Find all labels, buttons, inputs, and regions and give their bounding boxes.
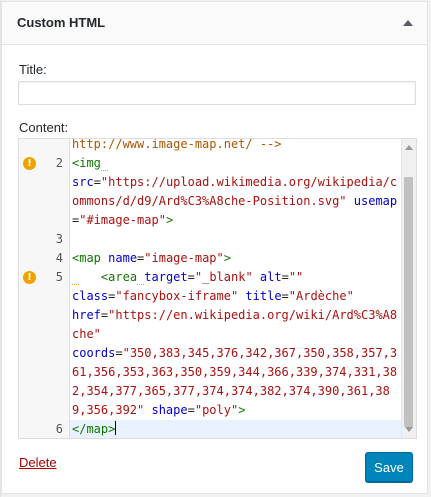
code-line[interactable]: <img src="https://upload.wikimedia.org/w… — [70, 154, 402, 230]
editor-scrollbar[interactable] — [401, 139, 416, 438]
editor-gutter: 2! 3 4 5! 6 — [19, 139, 70, 438]
warning-icon[interactable]: ! — [23, 157, 36, 170]
code-line[interactable]: <area target="_blank" alt="" class="fanc… — [70, 268, 402, 420]
collapse-toggle-button[interactable] — [397, 12, 419, 34]
title-label: Title: — [19, 62, 47, 77]
scroll-down-icon[interactable] — [405, 427, 413, 432]
title-input[interactable] — [18, 81, 416, 105]
content-label: Content: — [19, 120, 69, 135]
line-number: 3 — [55, 232, 63, 246]
code-line[interactable]: ​ — [70, 230, 402, 249]
widget-header[interactable]: Custom HTML — [2, 2, 427, 45]
gutter-cell: 2! — [19, 154, 69, 173]
delete-link[interactable]: Delete — [19, 455, 57, 470]
custom-html-widget: Custom HTML Title: Content: 2! 3 4 5! 6 http… — [1, 1, 428, 494]
gutter-cell: 5! — [19, 268, 69, 287]
save-button[interactable]: Save — [365, 452, 413, 482]
code-editor[interactable]: 2! 3 4 5! 6 http://www.image-map.net/ --> <im… — [18, 138, 417, 439]
widget-title: Custom HTML — [17, 15, 106, 30]
line-number: 5 — [55, 270, 63, 284]
line-number: 4 — [55, 251, 63, 265]
scroll-up-icon[interactable] — [405, 145, 413, 150]
warning-icon[interactable]: ! — [23, 271, 36, 284]
arrow-up-icon — [403, 20, 413, 26]
code-line[interactable]: http://www.image-map.net/ --> — [70, 139, 402, 154]
gutter-cell — [19, 139, 69, 154]
line-number: 2 — [55, 156, 63, 170]
code-area[interactable]: http://www.image-map.net/ --> <img src="h… — [70, 139, 402, 438]
text-cursor — [115, 421, 117, 435]
gutter-cell: 3 — [19, 230, 69, 249]
code-line[interactable]: <map name="image-map"> — [70, 249, 402, 268]
gutter-cell: 6 — [19, 420, 69, 438]
widget-footer: Delete Save — [2, 444, 427, 494]
line-number: 6 — [55, 422, 63, 436]
scroll-thumb[interactable] — [404, 177, 413, 427]
code-line[interactable]: </map> — [70, 420, 402, 438]
gutter-cell: 4 — [19, 249, 69, 268]
